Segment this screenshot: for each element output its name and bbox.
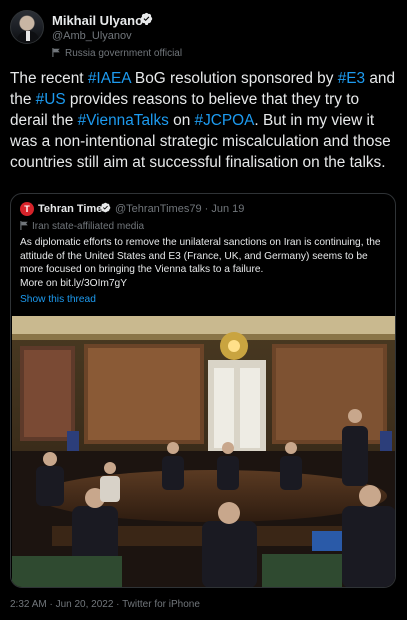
hashtag-link[interactable]: #US [36,91,66,108]
flag-icon [52,48,60,57]
quoted-author-name[interactable]: Tehran Times [38,203,109,215]
hashtag-link[interactable]: #IAEA [88,70,131,87]
quoted-text: As diplomatic efforts to remove the unil… [20,237,381,275]
state-media-label: Iran state-affiliated media [20,221,144,232]
state-media-label-text: Iran state-affiliated media [32,221,145,232]
quoted-tweet-card[interactable]: T Tehran Times @TehranTimes79 · Jun 19 I… [10,193,396,588]
quoted-handle-date[interactable]: @TehranTimes79 · Jun 19 [115,203,244,215]
tehran-times-logo: T [20,202,34,216]
verified-badge-icon [100,202,111,213]
meeting-photo[interactable] [12,316,396,588]
government-label: Russia government official [52,48,182,59]
author-avatar[interactable] [10,10,44,44]
hashtag-link[interactable]: #ViennaTalks [78,112,169,129]
tweet-header: Mikhail Ulyanov @Amb_Ulyanov Russia gove… [10,10,397,60]
hashtag-link[interactable]: #E3 [338,70,365,87]
state-media-flag-icon [20,221,28,230]
quoted-more-link[interactable]: More on bit.ly/3OIm7gY [20,278,127,289]
author-name[interactable]: Mikhail Ulyanov [52,13,150,28]
show-thread-link[interactable]: Show this thread [20,294,96,305]
author-handle[interactable]: @Amb_Ulyanov [52,30,132,42]
tweet-text: The recent #IAEA BoG resolution sponsore… [10,70,396,171]
hashtag-link[interactable]: #JCPOA [195,112,255,129]
tweet-timestamp[interactable]: 2:32 AM · Jun 20, 2022 · Twitter for iPh… [10,599,200,610]
government-label-text: Russia government official [65,48,183,59]
verified-badge-icon [140,12,153,25]
